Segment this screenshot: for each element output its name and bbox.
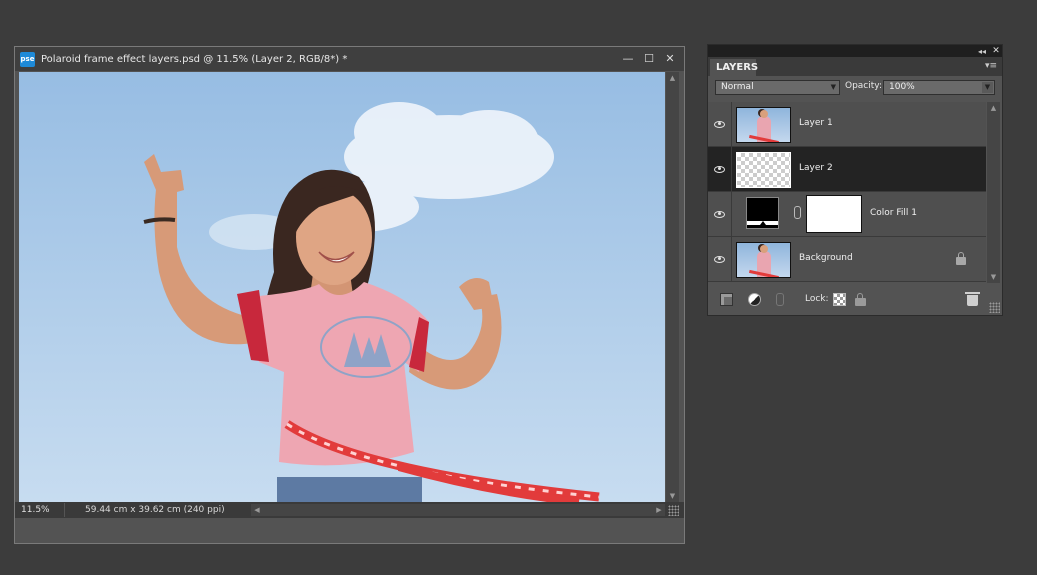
visibility-toggle[interactable] <box>708 192 732 236</box>
adjustment-layer-icon[interactable] <box>748 293 761 306</box>
document-title: Polaroid frame effect layers.psd @ 11.5%… <box>41 53 348 65</box>
scroll-up-icon[interactable]: ▲ <box>987 102 1000 114</box>
visibility-toggle[interactable] <box>708 237 732 281</box>
document-titlebar[interactable]: pse Polaroid frame effect layers.psd @ 1… <box>15 47 684 71</box>
layer-name: Layer 1 <box>799 118 833 128</box>
close-panel-icon[interactable]: ✕ <box>990 45 1002 57</box>
tab-layers[interactable]: LAYERS <box>710 59 758 76</box>
mask-link-icon[interactable] <box>794 206 801 219</box>
lock-label: Lock: <box>805 294 829 304</box>
minimize-button[interactable]: — <box>621 51 635 65</box>
layer-row-color-fill-1[interactable]: Color Fill 1 <box>708 192 986 237</box>
zoom-field[interactable]: 11.5% <box>15 503 65 517</box>
scroll-right-icon[interactable]: ▶ <box>653 504 665 516</box>
layer-name: Layer 2 <box>799 163 833 173</box>
blend-mode-value: Normal <box>721 82 754 92</box>
layer-list: Layer 1 Layer 2 Color Fill 1 Background <box>708 102 986 283</box>
image-canvas[interactable] <box>19 72 665 502</box>
link-layers-icon[interactable] <box>776 293 784 306</box>
layer-name: Color Fill 1 <box>870 208 917 218</box>
layer-row-layer-1[interactable]: Layer 1 <box>708 102 986 147</box>
panel-header-strip[interactable]: ◂◂ ✕ <box>708 45 1002 57</box>
blend-mode-select[interactable]: Normal ▼ <box>715 80 840 95</box>
horizontal-scrollbar[interactable]: ◀ ▶ <box>251 504 665 516</box>
new-layer-icon[interactable] <box>720 293 733 306</box>
opacity-label: Opacity: <box>845 81 882 91</box>
scroll-left-icon[interactable]: ◀ <box>251 504 263 516</box>
eye-icon <box>714 255 725 263</box>
pse-logo-icon: pse <box>20 51 35 67</box>
trash-icon[interactable] <box>965 292 980 306</box>
layers-panel: ◂◂ ✕ LAYERS ▾≡ Normal ▼ Opacity: 100% ▼ … <box>707 44 1003 316</box>
panel-menu-icon[interactable]: ▾≡ <box>984 60 998 72</box>
opacity-field[interactable]: 100% ▼ <box>883 80 995 95</box>
eye-icon <box>714 210 725 218</box>
lock-all-icon[interactable] <box>855 293 866 306</box>
jeans <box>277 477 422 502</box>
fill-layer-icon <box>746 197 779 229</box>
opacity-value: 100% <box>889 82 915 92</box>
scroll-up-icon[interactable]: ▲ <box>666 72 679 84</box>
visibility-toggle[interactable] <box>708 147 732 191</box>
visibility-toggle[interactable] <box>708 102 732 146</box>
thumbnail-head <box>760 245 768 253</box>
lock-icon <box>956 252 966 265</box>
vertical-scrollbar[interactable]: ▲ ▼ <box>666 72 679 502</box>
document-size: 59.44 cm x 39.62 cm (240 ppi) <box>85 505 225 515</box>
photo-illustration <box>19 72 665 502</box>
transparent-layer-thumbnail <box>736 152 791 188</box>
layer-mask-thumbnail[interactable] <box>806 195 862 233</box>
layer-list-scrollbar[interactable]: ▲ ▼ <box>987 102 1000 283</box>
scroll-down-icon[interactable]: ▼ <box>987 271 1000 283</box>
eye-icon <box>714 120 725 128</box>
collapse-panel-icon[interactable]: ◂◂ <box>976 45 988 57</box>
document-window: pse Polaroid frame effect layers.psd @ 1… <box>14 46 685 544</box>
resize-grip-icon[interactable] <box>989 302 1000 313</box>
chevron-down-icon[interactable]: ▼ <box>982 82 993 93</box>
layer-thumbnail <box>736 242 791 278</box>
close-button[interactable]: ✕ <box>663 51 677 65</box>
lock-transparent-pixels-icon[interactable] <box>833 293 846 306</box>
thumbnail-head <box>760 110 768 118</box>
layer-row-layer-2[interactable]: Layer 2 <box>708 147 986 192</box>
chevron-down-icon: ▼ <box>830 83 836 91</box>
panel-tabbar: LAYERS ▾≡ <box>708 57 1002 76</box>
layers-panel-footer: Lock: <box>708 285 1002 315</box>
maximize-button[interactable]: ☐ <box>642 51 656 65</box>
layer-name: Background <box>799 253 853 263</box>
resize-grip-icon[interactable] <box>668 505 679 516</box>
layer-thumbnail <box>736 107 791 143</box>
fill-icon-triangle <box>760 221 766 225</box>
eye-icon <box>714 165 725 173</box>
scroll-down-icon[interactable]: ▼ <box>666 490 679 502</box>
layer-row-background[interactable]: Background <box>708 237 986 282</box>
